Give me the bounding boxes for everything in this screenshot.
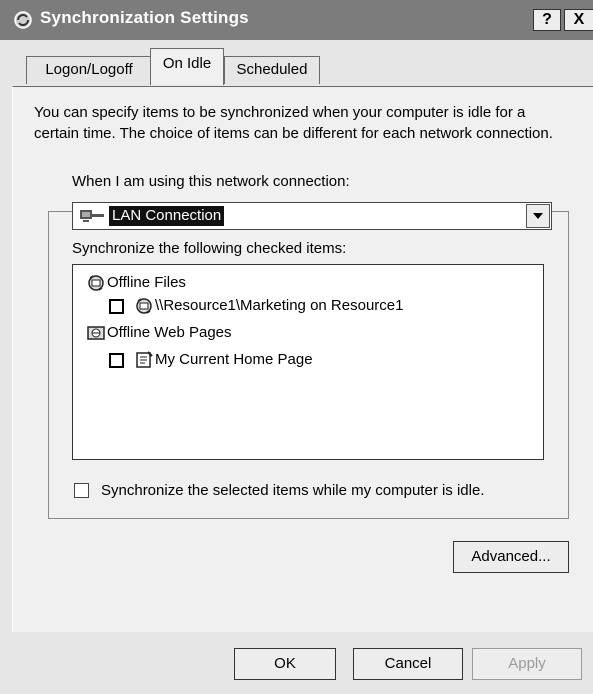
shared-folder-icon <box>136 298 152 314</box>
item-label: \\Resource1\Marketing on Resource1 <box>155 297 404 314</box>
web-pages-icon <box>87 326 105 340</box>
items-label: Synchronize the following checked items: <box>72 240 347 257</box>
close-button[interactable]: X <box>564 9 593 31</box>
item-label: My Current Home Page <box>155 351 313 368</box>
window-title: Synchronization Settings <box>40 8 249 27</box>
title-bar: Synchronization Settings ? X <box>0 0 593 40</box>
ok-button[interactable]: OK <box>234 648 336 680</box>
chevron-down-icon <box>533 213 543 219</box>
sync-app-icon <box>14 11 32 29</box>
connection-selection: LAN Connection <box>75 205 525 227</box>
apply-button: Apply <box>472 648 582 680</box>
advanced-button[interactable]: Advanced... <box>453 541 569 573</box>
cancel-button[interactable]: Cancel <box>353 648 463 680</box>
item-checkbox[interactable] <box>109 299 124 314</box>
idle-sync-label: Synchronize the selected items while my … <box>101 482 485 499</box>
item-label: Offline Web Pages <box>107 324 232 341</box>
item-checkbox[interactable] <box>109 353 124 368</box>
tab-on-idle[interactable]: On Idle <box>150 48 224 85</box>
dropdown-button[interactable] <box>526 204 550 228</box>
help-button[interactable]: ? <box>533 9 561 31</box>
tab-logon-logoff[interactable]: Logon/Logoff <box>26 56 152 84</box>
sync-items-list[interactable]: Offline Files \\Resource1\Marketing on R… <box>72 264 544 460</box>
connection-value: LAN Connection <box>109 206 225 226</box>
idle-sync-checkbox[interactable] <box>74 483 89 498</box>
description-text: You can specify items to be synchronized… <box>34 104 553 142</box>
offline-files-icon <box>88 275 104 291</box>
connection-dropdown[interactable]: LAN Connection <box>72 202 552 230</box>
connection-label: When I am using this network connection: <box>72 173 350 190</box>
network-connection-icon <box>80 210 104 222</box>
tab-scheduled[interactable]: Scheduled <box>224 56 320 84</box>
tab-strip: Logon/Logoff On Idle Scheduled <box>0 48 593 88</box>
web-page-icon <box>136 351 153 368</box>
item-label: Offline Files <box>107 274 186 291</box>
